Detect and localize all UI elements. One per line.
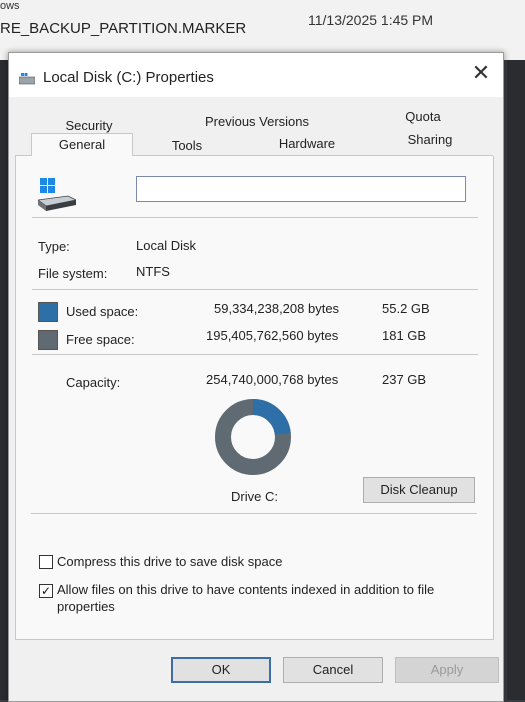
ok-button[interactable]: OK <box>171 657 271 683</box>
file-system-label: File system: <box>38 266 108 281</box>
capacity-bytes: 254,740,000,768 bytes <box>206 372 339 387</box>
properties-dialog: Local Disk (C:) Properties ✕ Security Pr… <box>8 52 504 702</box>
divider <box>32 289 478 290</box>
divider <box>32 217 478 218</box>
divider <box>32 354 478 355</box>
compress-label[interactable]: Compress this drive to save disk space <box>57 554 282 569</box>
free-space-swatch <box>38 330 58 350</box>
apply-button[interactable]: Apply <box>395 657 499 683</box>
index-checkbox[interactable]: ✓ <box>39 584 53 598</box>
disk-cleanup-button[interactable]: Disk Cleanup <box>363 477 475 503</box>
explorer-fragment-text: ows <box>0 0 20 12</box>
close-button[interactable]: ✕ <box>467 59 495 87</box>
capacity-gb: 237 GB <box>382 372 427 387</box>
cancel-button[interactable]: Cancel <box>283 657 383 683</box>
dialog-title: Local Disk (C:) Properties <box>43 69 214 86</box>
free-space-bytes: 195,405,762,560 bytes <box>206 328 339 343</box>
type-label: Type: <box>38 239 70 254</box>
drive-label: Drive C: <box>231 489 278 504</box>
used-space-bytes: 59,334,238,208 bytes <box>214 301 340 316</box>
used-space-label: Used space: <box>66 304 139 319</box>
capacity-label: Capacity: <box>66 375 121 390</box>
tab-sharing[interactable]: Sharing <box>395 129 465 151</box>
used-space-swatch <box>38 302 58 322</box>
drive-icon <box>19 73 35 85</box>
tab-general[interactable]: General <box>31 133 133 156</box>
tab-previous-versions[interactable]: Previous Versions <box>195 111 319 133</box>
divider <box>31 513 477 514</box>
disk-usage-donut <box>215 399 291 475</box>
tab-tools[interactable]: Tools <box>157 135 217 157</box>
explorer-background: ows RE_BACKUP_PARTITION.MARKER 11/13/202… <box>0 0 525 60</box>
title-bar[interactable]: Local Disk (C:) Properties ✕ <box>9 53 503 97</box>
used-space-gb: 55.2 GB <box>382 301 430 316</box>
explorer-file-name[interactable]: RE_BACKUP_PARTITION.MARKER <box>0 20 246 37</box>
tab-hardware[interactable]: Hardware <box>267 133 347 155</box>
volume-name-input[interactable] <box>136 176 466 202</box>
free-space-label: Free space: <box>66 332 135 347</box>
compress-checkbox[interactable] <box>39 555 53 569</box>
local-disk-icon <box>38 178 76 211</box>
file-system-value: NTFS <box>136 264 170 279</box>
index-label-line2[interactable]: properties <box>57 599 115 614</box>
background-right-edge <box>507 60 525 700</box>
tab-quota[interactable]: Quota <box>393 106 453 128</box>
type-value: Local Disk <box>136 238 196 253</box>
close-icon: ✕ <box>471 60 491 85</box>
free-space-gb: 181 GB <box>382 328 427 343</box>
index-label-line1[interactable]: Allow files on this drive to have conten… <box>57 582 434 597</box>
explorer-file-date: 11/13/2025 1:45 PM <box>308 12 434 28</box>
